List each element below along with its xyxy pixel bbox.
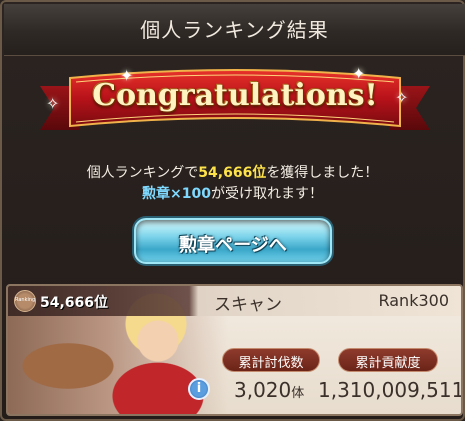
message-suffix: を獲得しました！: [266, 165, 379, 181]
medal-reward: 勲章×100: [142, 186, 211, 202]
message-prefix: 個人ランキングで: [86, 165, 199, 181]
sparkle-icon: ✧: [46, 94, 60, 113]
kills-unit: 体: [291, 386, 305, 401]
banner-text: Congratulations!: [92, 78, 378, 113]
sparkle-icon: ✦: [352, 64, 366, 83]
total-contribution-value: 1,310,009,511: [318, 378, 463, 402]
info-icon[interactable]: i: [188, 378, 210, 400]
total-kills-label: 累計討伐数: [222, 348, 320, 372]
dialog-header: 個人ランキング結果: [4, 4, 465, 56]
total-contribution-label: 累計貢献度: [338, 348, 438, 372]
reward-message: 勲章×100が受け取れます！: [2, 183, 463, 203]
medal-page-button[interactable]: 勲章ページへ: [134, 218, 332, 264]
ranking-badge-icon: Ranking: [14, 290, 36, 312]
kills-number: 3,020: [234, 378, 292, 402]
sparkle-icon: ✦: [120, 66, 134, 85]
ranking-badge-text: Ranking: [15, 297, 36, 303]
dialog-title: 個人ランキング結果: [140, 18, 329, 42]
total-kills-value: 3,020体: [234, 378, 304, 402]
card-rank-position: 54,666位: [40, 295, 109, 311]
reward-suffix: が受け取れます！: [210, 186, 323, 202]
achieved-rank: 54,666位: [198, 165, 267, 181]
result-dialog: 個人ランキング結果 Congratulations! ✦ ✦ ✧ ✧ 個人ランキ…: [0, 0, 465, 421]
result-message: 個人ランキングで54,666位を獲得しました！: [2, 162, 463, 182]
sparkle-icon: ✧: [395, 88, 409, 107]
card-header: Ranking 54,666位 スキャン Rank300: [8, 286, 461, 316]
player-rank: Rank300: [378, 291, 449, 310]
player-ranking-card[interactable]: Ranking 54,666位 スキャン Rank300 累計討伐数 累計貢献度…: [6, 284, 463, 416]
player-name: スキャン: [214, 295, 282, 315]
medal-page-button-label: 勲章ページへ: [179, 235, 287, 256]
congratulations-banner: Congratulations! ✦ ✦ ✧ ✧: [40, 64, 430, 142]
